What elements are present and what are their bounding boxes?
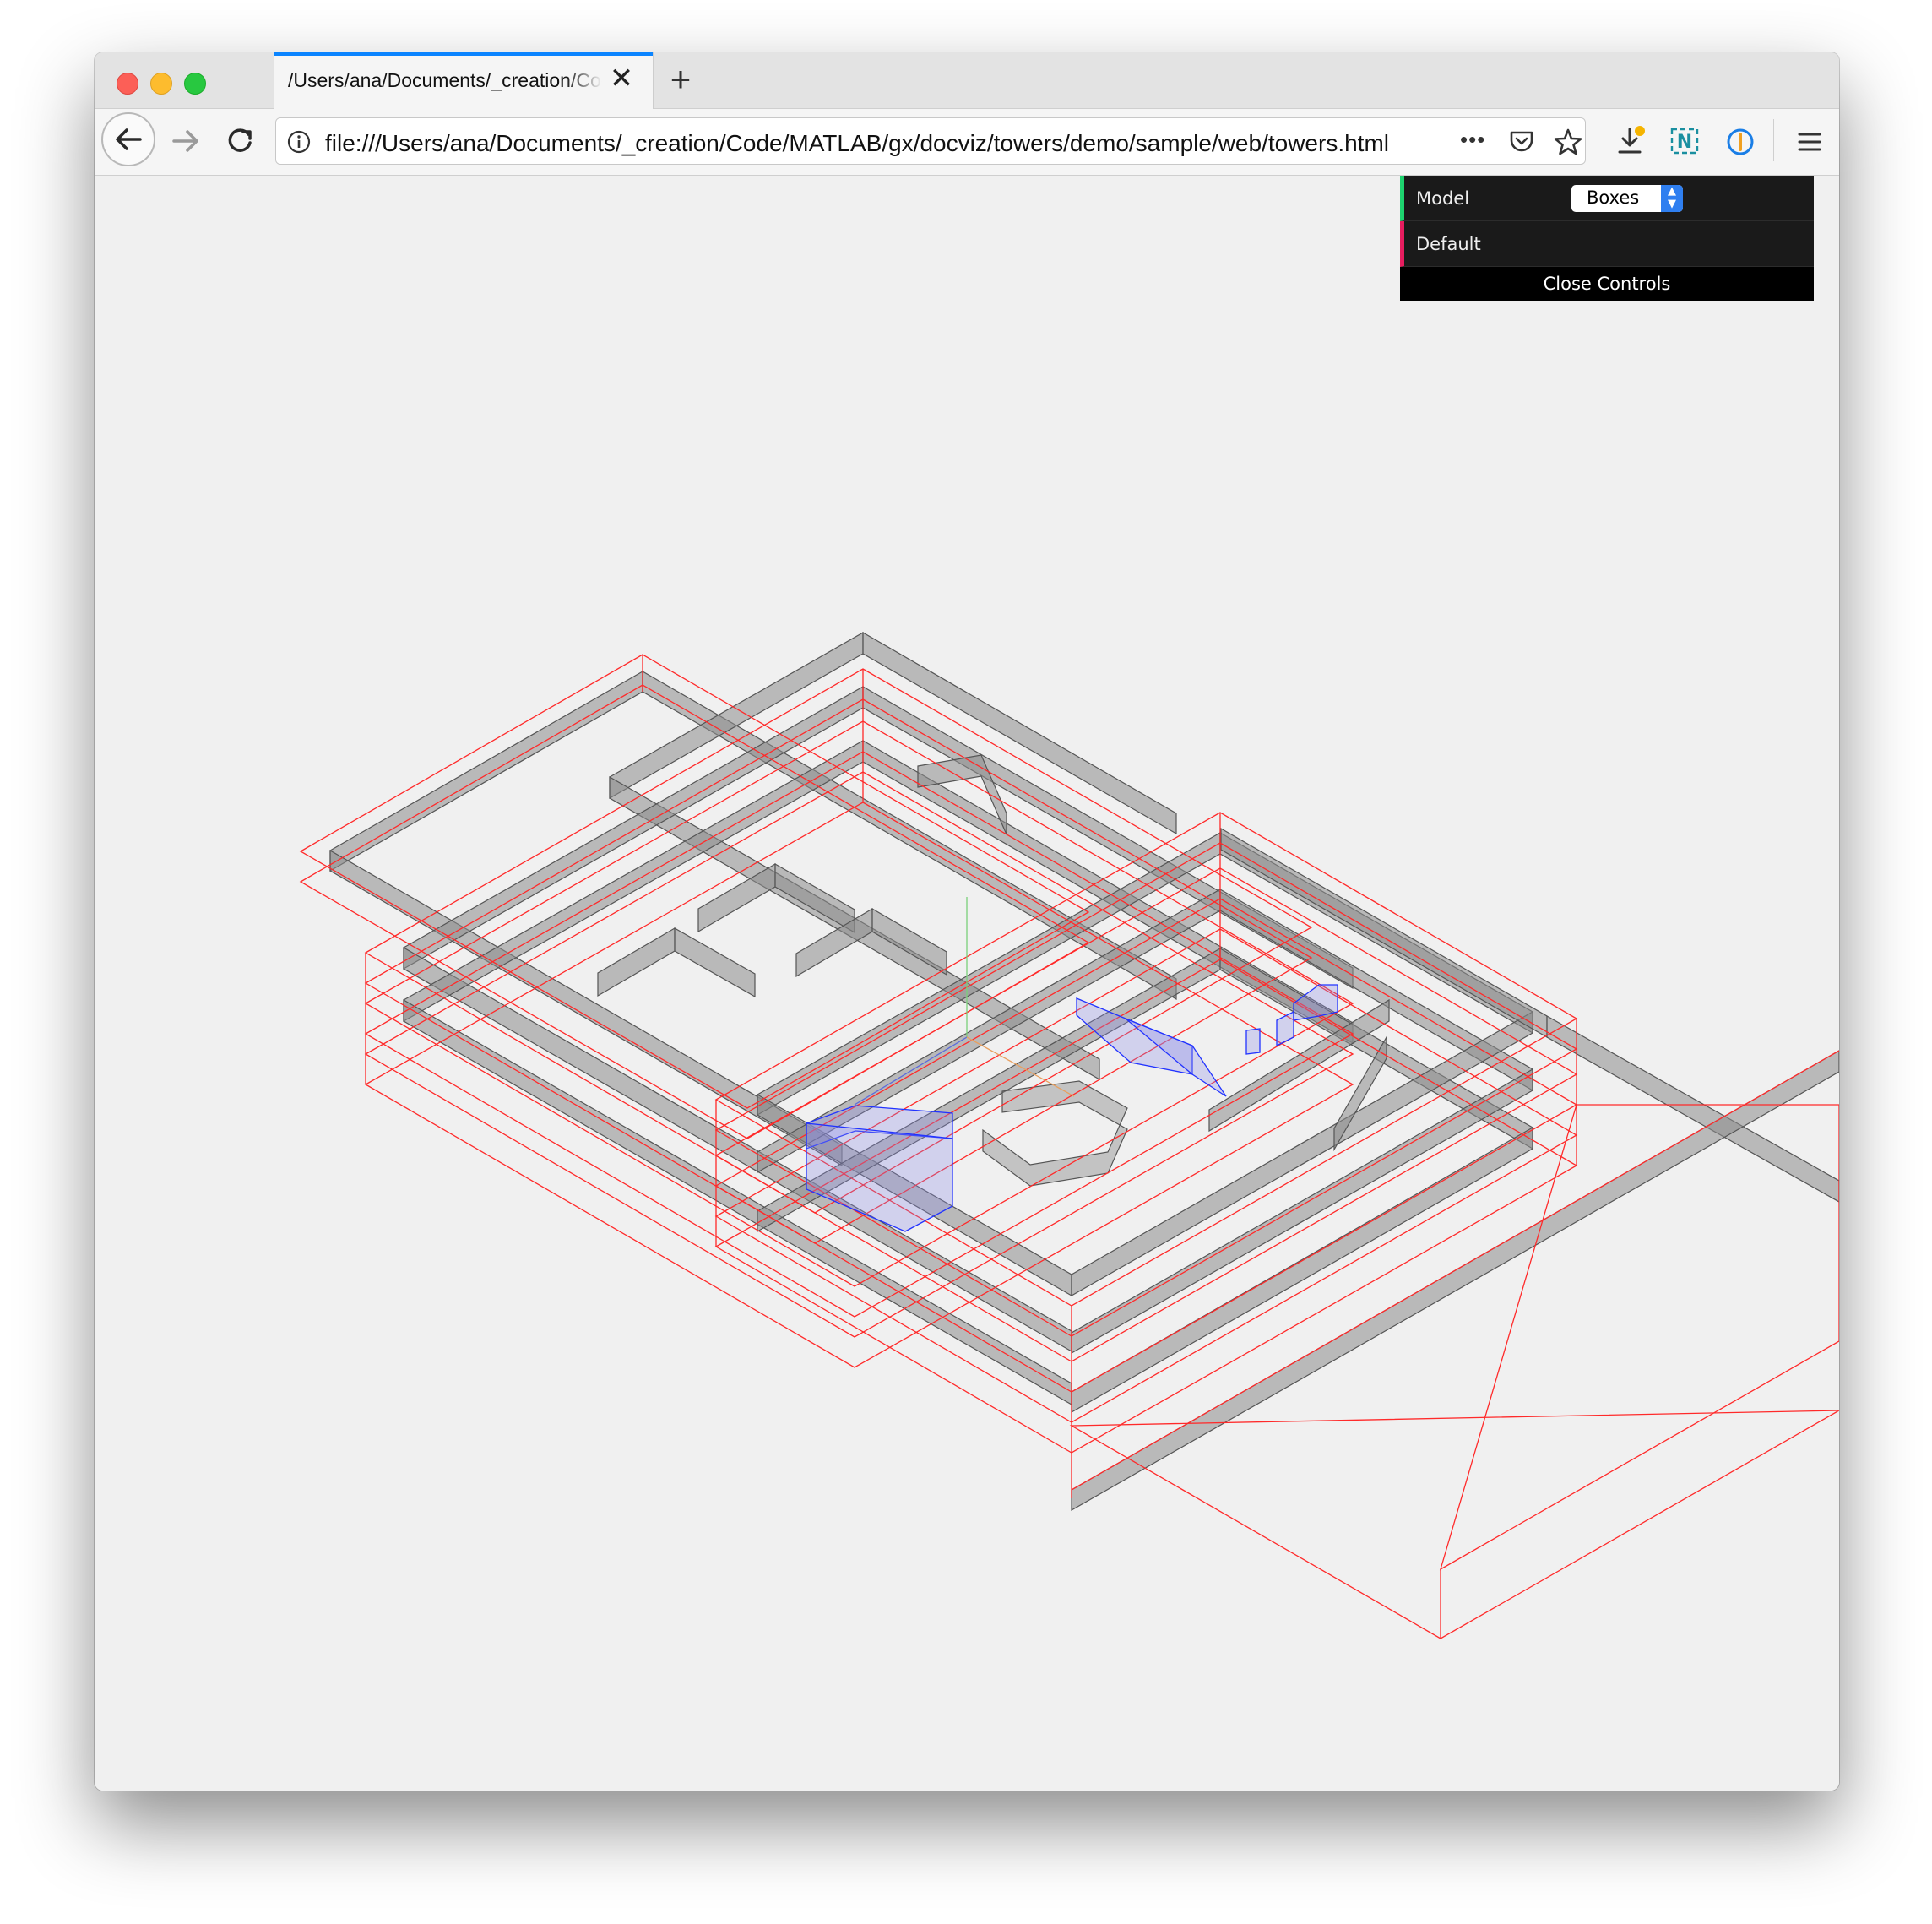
close-window-button[interactable] bbox=[117, 73, 138, 95]
model-select[interactable]: Boxes ▲ ▼ bbox=[1571, 185, 1683, 212]
navigation-toolbar: file:///Users/ana/Documents/_creation/Co… bbox=[95, 109, 1839, 176]
address-bar[interactable]: file:///Users/ana/Documents/_creation/Co… bbox=[275, 117, 1586, 165]
back-arrow-icon bbox=[116, 128, 142, 150]
default-label: Default bbox=[1416, 234, 1481, 254]
star-icon[interactable] bbox=[1553, 127, 1583, 157]
zoom-window-button[interactable] bbox=[184, 73, 206, 95]
download-icon[interactable] bbox=[1615, 124, 1648, 158]
toolbar-divider bbox=[1773, 119, 1774, 161]
pocket-icon[interactable] bbox=[1507, 128, 1536, 155]
svg-text:N: N bbox=[1677, 132, 1692, 153]
minimize-window-button[interactable] bbox=[150, 73, 172, 95]
info-icon[interactable] bbox=[286, 129, 312, 155]
reload-icon[interactable] bbox=[218, 119, 262, 163]
close-controls-button[interactable]: Close Controls bbox=[1400, 267, 1814, 301]
gray-slabs bbox=[329, 631, 1839, 1512]
tab-strip: /Users/ana/Documents/_creation/Code/MATL… bbox=[95, 52, 1839, 109]
model-select-value: Boxes bbox=[1587, 188, 1640, 208]
close-tab-icon[interactable]: ✕ bbox=[607, 64, 636, 93]
onepassword-icon[interactable] bbox=[1724, 126, 1756, 158]
red-wireframes bbox=[299, 654, 1839, 1639]
url-text[interactable]: file:///Users/ana/Documents/_creation/Co… bbox=[325, 130, 1423, 157]
model-control-row: Model Boxes ▲ ▼ bbox=[1400, 176, 1814, 221]
default-control-row[interactable]: Default bbox=[1400, 221, 1814, 267]
select-chevron-icon: ▲ ▼ bbox=[1661, 185, 1683, 212]
back-button[interactable] bbox=[101, 112, 155, 166]
tab-title: /Users/ana/Documents/_creation/Code/MATL… bbox=[288, 69, 602, 91]
model-label: Model bbox=[1416, 188, 1470, 209]
page-actions-icon[interactable]: ••• bbox=[1460, 127, 1485, 153]
extension-icon[interactable]: N bbox=[1669, 126, 1701, 156]
forward-arrow-icon[interactable] bbox=[164, 119, 208, 163]
new-tab-button[interactable]: + bbox=[662, 61, 699, 98]
controls-panel: Model Boxes ▲ ▼ Default Close Controls bbox=[1400, 176, 1814, 301]
active-tab-indicator bbox=[274, 52, 653, 56]
webgl-viewport[interactable]: Model Boxes ▲ ▼ Default Close Controls bbox=[95, 176, 1839, 1791]
tab-towers[interactable]: /Users/ana/Documents/_creation/Code/MATL… bbox=[274, 52, 654, 109]
towers-3d-scene[interactable] bbox=[95, 176, 1839, 1791]
hamburger-menu-icon[interactable] bbox=[1795, 128, 1824, 156]
browser-window: /Users/ana/Documents/_creation/Code/MATL… bbox=[95, 52, 1839, 1791]
